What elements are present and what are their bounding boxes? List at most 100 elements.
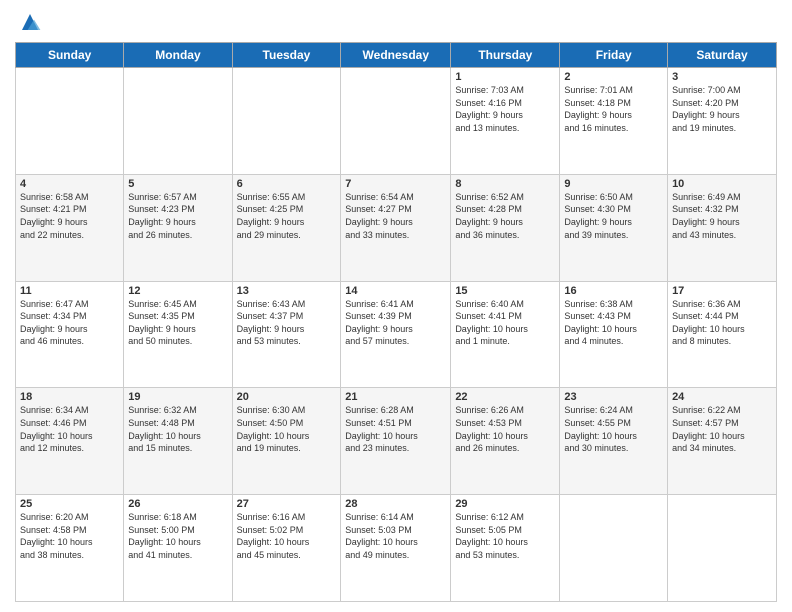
calendar-cell: 12Sunrise: 6:45 AMSunset: 4:35 PMDayligh… [124, 281, 232, 388]
calendar-cell: 24Sunrise: 6:22 AMSunset: 4:57 PMDayligh… [668, 388, 777, 495]
day-info: Sunrise: 6:58 AMSunset: 4:21 PMDaylight:… [20, 191, 119, 241]
day-number: 24 [672, 391, 772, 403]
calendar-cell: 27Sunrise: 6:16 AMSunset: 5:02 PMDayligh… [232, 495, 341, 602]
calendar-cell: 23Sunrise: 6:24 AMSunset: 4:55 PMDayligh… [560, 388, 668, 495]
day-number: 18 [20, 391, 119, 403]
day-info: Sunrise: 6:14 AMSunset: 5:03 PMDaylight:… [345, 511, 446, 561]
calendar-cell: 9Sunrise: 6:50 AMSunset: 4:30 PMDaylight… [560, 174, 668, 281]
day-info: Sunrise: 6:47 AMSunset: 4:34 PMDaylight:… [20, 298, 119, 348]
calendar-cell: 20Sunrise: 6:30 AMSunset: 4:50 PMDayligh… [232, 388, 341, 495]
day-info: Sunrise: 6:45 AMSunset: 4:35 PMDaylight:… [128, 298, 227, 348]
calendar-cell [668, 495, 777, 602]
day-info: Sunrise: 6:40 AMSunset: 4:41 PMDaylight:… [455, 298, 555, 348]
calendar-cell: 8Sunrise: 6:52 AMSunset: 4:28 PMDaylight… [451, 174, 560, 281]
day-info: Sunrise: 6:54 AMSunset: 4:27 PMDaylight:… [345, 191, 446, 241]
calendar-cell [560, 495, 668, 602]
calendar-cell: 6Sunrise: 6:55 AMSunset: 4:25 PMDaylight… [232, 174, 341, 281]
calendar-cell: 21Sunrise: 6:28 AMSunset: 4:51 PMDayligh… [341, 388, 451, 495]
day-info: Sunrise: 6:50 AMSunset: 4:30 PMDaylight:… [564, 191, 663, 241]
calendar-cell [341, 68, 451, 175]
week-row-4: 25Sunrise: 6:20 AMSunset: 4:58 PMDayligh… [16, 495, 777, 602]
calendar-cell: 15Sunrise: 6:40 AMSunset: 4:41 PMDayligh… [451, 281, 560, 388]
weekday-header-row: SundayMondayTuesdayWednesdayThursdayFrid… [16, 43, 777, 68]
calendar-cell: 16Sunrise: 6:38 AMSunset: 4:43 PMDayligh… [560, 281, 668, 388]
day-number: 17 [672, 285, 772, 297]
day-info: Sunrise: 6:43 AMSunset: 4:37 PMDaylight:… [237, 298, 337, 348]
day-number: 25 [20, 498, 119, 510]
calendar-cell: 7Sunrise: 6:54 AMSunset: 4:27 PMDaylight… [341, 174, 451, 281]
day-number: 13 [237, 285, 337, 297]
day-number: 8 [455, 178, 555, 190]
week-row-3: 18Sunrise: 6:34 AMSunset: 4:46 PMDayligh… [16, 388, 777, 495]
day-number: 27 [237, 498, 337, 510]
calendar-cell: 13Sunrise: 6:43 AMSunset: 4:37 PMDayligh… [232, 281, 341, 388]
day-info: Sunrise: 6:55 AMSunset: 4:25 PMDaylight:… [237, 191, 337, 241]
header [15, 10, 777, 34]
calendar-cell: 4Sunrise: 6:58 AMSunset: 4:21 PMDaylight… [16, 174, 124, 281]
calendar-cell: 29Sunrise: 6:12 AMSunset: 5:05 PMDayligh… [451, 495, 560, 602]
calendar-cell: 11Sunrise: 6:47 AMSunset: 4:34 PMDayligh… [16, 281, 124, 388]
calendar-cell: 28Sunrise: 6:14 AMSunset: 5:03 PMDayligh… [341, 495, 451, 602]
calendar-cell: 26Sunrise: 6:18 AMSunset: 5:00 PMDayligh… [124, 495, 232, 602]
day-info: Sunrise: 7:01 AMSunset: 4:18 PMDaylight:… [564, 84, 663, 134]
weekday-header-sunday: Sunday [16, 43, 124, 68]
logo [15, 10, 42, 34]
calendar-cell: 22Sunrise: 6:26 AMSunset: 4:53 PMDayligh… [451, 388, 560, 495]
day-info: Sunrise: 6:49 AMSunset: 4:32 PMDaylight:… [672, 191, 772, 241]
day-info: Sunrise: 6:12 AMSunset: 5:05 PMDaylight:… [455, 511, 555, 561]
day-info: Sunrise: 6:24 AMSunset: 4:55 PMDaylight:… [564, 404, 663, 454]
day-number: 11 [20, 285, 119, 297]
day-number: 26 [128, 498, 227, 510]
day-number: 22 [455, 391, 555, 403]
week-row-2: 11Sunrise: 6:47 AMSunset: 4:34 PMDayligh… [16, 281, 777, 388]
day-number: 19 [128, 391, 227, 403]
day-info: Sunrise: 6:20 AMSunset: 4:58 PMDaylight:… [20, 511, 119, 561]
calendar: SundayMondayTuesdayWednesdayThursdayFrid… [15, 42, 777, 602]
week-row-0: 1Sunrise: 7:03 AMSunset: 4:16 PMDaylight… [16, 68, 777, 175]
calendar-cell [124, 68, 232, 175]
weekday-header-wednesday: Wednesday [341, 43, 451, 68]
day-number: 15 [455, 285, 555, 297]
day-info: Sunrise: 6:22 AMSunset: 4:57 PMDaylight:… [672, 404, 772, 454]
day-number: 29 [455, 498, 555, 510]
calendar-cell: 10Sunrise: 6:49 AMSunset: 4:32 PMDayligh… [668, 174, 777, 281]
day-number: 14 [345, 285, 446, 297]
day-info: Sunrise: 6:26 AMSunset: 4:53 PMDaylight:… [455, 404, 555, 454]
day-info: Sunrise: 6:41 AMSunset: 4:39 PMDaylight:… [345, 298, 446, 348]
weekday-header-saturday: Saturday [668, 43, 777, 68]
week-row-1: 4Sunrise: 6:58 AMSunset: 4:21 PMDaylight… [16, 174, 777, 281]
day-number: 5 [128, 178, 227, 190]
calendar-cell: 17Sunrise: 6:36 AMSunset: 4:44 PMDayligh… [668, 281, 777, 388]
day-number: 21 [345, 391, 446, 403]
day-info: Sunrise: 6:32 AMSunset: 4:48 PMDaylight:… [128, 404, 227, 454]
weekday-header-thursday: Thursday [451, 43, 560, 68]
day-number: 28 [345, 498, 446, 510]
calendar-cell: 19Sunrise: 6:32 AMSunset: 4:48 PMDayligh… [124, 388, 232, 495]
day-number: 16 [564, 285, 663, 297]
day-number: 10 [672, 178, 772, 190]
logo-icon [18, 10, 42, 34]
day-info: Sunrise: 6:34 AMSunset: 4:46 PMDaylight:… [20, 404, 119, 454]
day-info: Sunrise: 6:52 AMSunset: 4:28 PMDaylight:… [455, 191, 555, 241]
day-number: 3 [672, 71, 772, 83]
page: SundayMondayTuesdayWednesdayThursdayFrid… [0, 0, 792, 612]
day-number: 9 [564, 178, 663, 190]
day-info: Sunrise: 6:16 AMSunset: 5:02 PMDaylight:… [237, 511, 337, 561]
day-number: 20 [237, 391, 337, 403]
day-number: 23 [564, 391, 663, 403]
day-number: 2 [564, 71, 663, 83]
day-info: Sunrise: 7:00 AMSunset: 4:20 PMDaylight:… [672, 84, 772, 134]
day-info: Sunrise: 6:18 AMSunset: 5:00 PMDaylight:… [128, 511, 227, 561]
weekday-header-friday: Friday [560, 43, 668, 68]
day-info: Sunrise: 6:57 AMSunset: 4:23 PMDaylight:… [128, 191, 227, 241]
day-info: Sunrise: 7:03 AMSunset: 4:16 PMDaylight:… [455, 84, 555, 134]
day-number: 4 [20, 178, 119, 190]
day-number: 7 [345, 178, 446, 190]
weekday-header-tuesday: Tuesday [232, 43, 341, 68]
calendar-cell: 5Sunrise: 6:57 AMSunset: 4:23 PMDaylight… [124, 174, 232, 281]
calendar-cell: 3Sunrise: 7:00 AMSunset: 4:20 PMDaylight… [668, 68, 777, 175]
calendar-cell [232, 68, 341, 175]
calendar-cell: 2Sunrise: 7:01 AMSunset: 4:18 PMDaylight… [560, 68, 668, 175]
day-number: 1 [455, 71, 555, 83]
day-info: Sunrise: 6:38 AMSunset: 4:43 PMDaylight:… [564, 298, 663, 348]
